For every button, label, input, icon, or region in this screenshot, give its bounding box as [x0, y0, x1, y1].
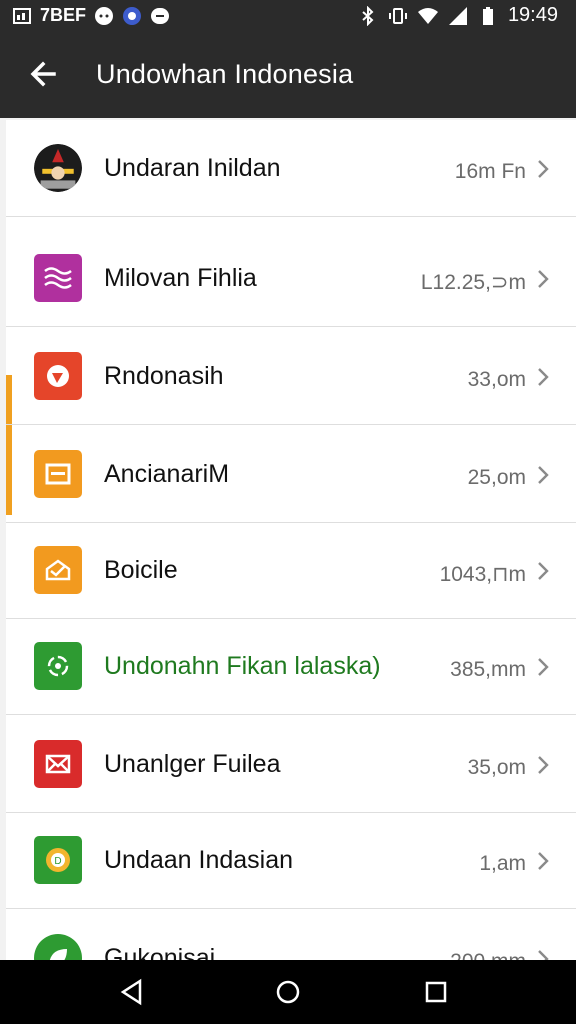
list-item-value: 33,om — [467, 368, 526, 391]
app-bar: Undowhan Indonesia — [0, 32, 576, 118]
chevron-right-icon — [538, 562, 549, 580]
status-bar: 7BEF 19:49 — [0, 0, 576, 32]
list-item-label: Gukonisai — [104, 944, 216, 960]
status-time: 19:49 — [507, 4, 558, 26]
vibrate-icon — [388, 7, 407, 24]
system-nav-bar — [0, 960, 576, 1024]
list-item-label: Undaan Indasian — [104, 846, 294, 874]
chevron-right-icon — [538, 852, 549, 870]
bluetooth-icon — [362, 5, 374, 26]
list-item-value: 16m Fn — [454, 160, 526, 183]
waves-icon — [34, 254, 82, 302]
status-left: 7BEF — [12, 5, 170, 26]
nav-home-icon[interactable] — [274, 978, 302, 1006]
mail-icon — [34, 740, 82, 788]
signal-icon — [448, 6, 467, 25]
nav-back-icon[interactable] — [118, 978, 146, 1006]
list-item-label: Unanlger Fuilea — [104, 750, 281, 778]
list-item[interactable]: Rndonasih 33,om — [6, 328, 576, 425]
list-item-value: 1,am — [479, 852, 526, 875]
chevron-right-icon — [538, 160, 549, 178]
list-item[interactable]: Unanlger Fuilea 35,om — [6, 716, 576, 813]
messenger-icon — [95, 6, 114, 25]
status-left-text: 7BEF — [40, 5, 87, 25]
list-item-label: Undaran Inildan — [104, 154, 281, 182]
list-item-value: 35,om — [467, 756, 526, 779]
list-item-label: Undonahn Fikan lalaska) — [104, 652, 381, 680]
chat-icon — [151, 7, 170, 24]
gallery-icon — [13, 7, 31, 24]
list-item-value: 1043,⊓m — [439, 563, 526, 586]
list-item[interactable]: Undaran Inildan 16m Fn — [6, 120, 576, 217]
chevron-right-icon — [538, 368, 549, 386]
item-list: Undaran Inildan 16m Fn Milovan Fihlia L1… — [6, 120, 576, 960]
chevron-right-icon — [538, 270, 549, 288]
vpn-icon — [123, 6, 142, 25]
badge-icon — [34, 352, 82, 400]
coin-icon: D — [34, 836, 82, 884]
chevron-right-icon — [538, 466, 549, 484]
avatar-portrait-icon — [34, 144, 82, 192]
list-item[interactable]: Gukonisai 200,mm — [6, 910, 576, 960]
list-item-label: Rndonasih — [104, 362, 224, 390]
list-item-label: Milovan Fihlia — [104, 264, 257, 292]
list-item[interactable]: D Undaan Indasian 1,am — [6, 812, 576, 909]
list-item[interactable]: Undonahn Fikan lalaska) 385,mm — [6, 618, 576, 715]
list-item-value: L12.25,⊃m — [420, 271, 526, 294]
battery-icon — [482, 6, 493, 25]
status-right: 19:49 — [358, 4, 558, 27]
chevron-right-icon — [538, 756, 549, 774]
list-item[interactable]: Boicile 1043,⊓m — [6, 522, 576, 619]
list-item-value: 200,mm — [450, 950, 526, 960]
document-icon — [34, 450, 82, 498]
list-item-value: 25,om — [467, 466, 526, 489]
back-arrow-icon[interactable] — [24, 54, 64, 94]
list-item-label: AncianariM — [104, 460, 230, 488]
chevron-right-icon — [538, 950, 549, 960]
list-item-label: Boicile — [104, 556, 178, 584]
envelope-open-icon — [34, 546, 82, 594]
recycle-icon — [34, 642, 82, 690]
list-item-value: 385,mm — [450, 658, 526, 681]
list-item[interactable]: AncianariM 25,om — [6, 426, 576, 523]
leaf-icon — [34, 934, 82, 960]
chevron-right-icon — [538, 658, 549, 676]
page-title: Undowhan Indonesia — [96, 59, 354, 89]
wifi-icon — [417, 7, 438, 24]
nav-recents-icon[interactable] — [422, 978, 450, 1006]
svg-text:D: D — [54, 856, 61, 867]
list-item[interactable]: Milovan Fihlia L12.25,⊃m — [6, 230, 576, 327]
